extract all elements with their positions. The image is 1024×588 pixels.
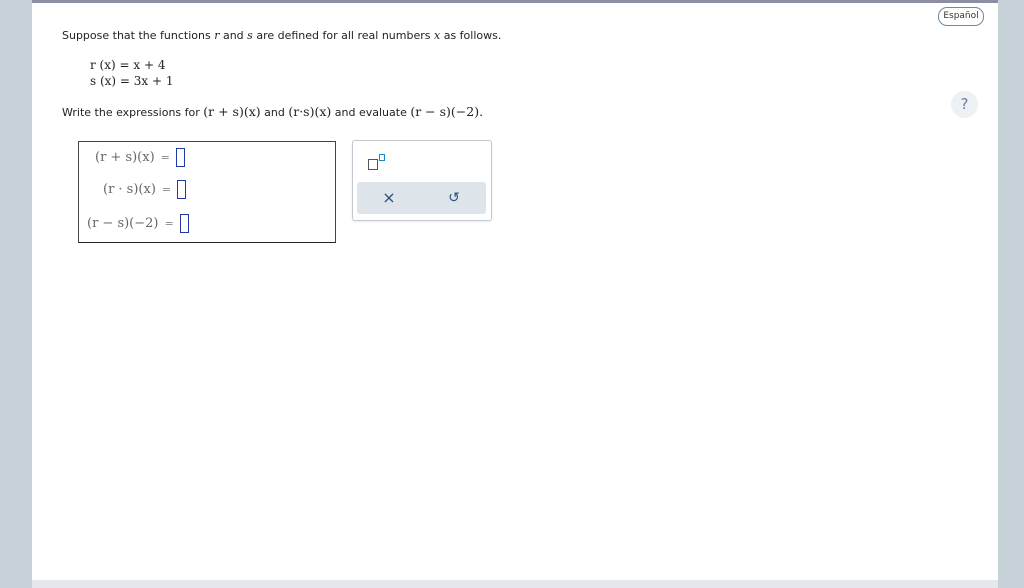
answer-label-sum: (r + s)(x) — [95, 150, 155, 165]
instruction-expr-sum: (r + s)(x) — [203, 104, 261, 119]
answer-row-sum: (r + s)(x) = — [95, 148, 185, 167]
answer-row-product: (r · s)(x) = — [103, 180, 187, 199]
tool-action-bar: × ↺ — [357, 182, 486, 214]
answer-input-sum[interactable] — [175, 148, 185, 167]
definition-r: r (x) = x + 4 — [90, 58, 166, 72]
superscript-exponent-box — [379, 154, 385, 161]
function-definitions: r (x) = x + 4 s (x) = 3x + 1 — [90, 57, 174, 89]
language-toggle-button[interactable]: Español — [938, 7, 984, 26]
instruction-text-and: and — [264, 106, 285, 119]
answer-row-difference: (r − s)(−2) = — [87, 214, 189, 233]
equals-sign: = — [160, 151, 170, 164]
equals-sign: = — [164, 217, 174, 230]
instruction-expr-difference: (r − s)(−2). — [410, 104, 484, 119]
content-page: Español Suppose that the functions r and… — [32, 0, 998, 588]
undo-icon[interactable]: ↺ — [442, 188, 466, 208]
definition-s: s (x) = 3x + 1 — [90, 74, 174, 88]
instruction-text-mid: and evaluate — [334, 106, 407, 119]
bottom-strip — [32, 580, 998, 588]
answer-box: (r + s)(x) = (r · s)(x) = (r − s)(−2) = — [78, 141, 336, 243]
intro-text-and: and — [222, 29, 244, 42]
instruction-expr-product: (r·s)(x) — [288, 104, 332, 119]
math-tool-panel: × ↺ — [352, 140, 492, 221]
equals-sign: = — [161, 183, 172, 196]
answer-label-product: (r · s)(x) — [103, 182, 156, 197]
answer-input-product[interactable] — [177, 180, 187, 199]
help-button[interactable]: ? — [951, 91, 978, 118]
intro-var-s: s — [247, 29, 253, 42]
problem-intro: Suppose that the functions r and s are d… — [62, 29, 501, 42]
answer-input-difference[interactable] — [179, 214, 189, 233]
answer-label-difference: (r − s)(−2) — [87, 216, 159, 231]
intro-text-prefix: Suppose that the functions — [62, 29, 211, 42]
intro-text-mid: are defined for all real numbers — [256, 29, 431, 42]
intro-text-suffix: as follows. — [443, 29, 502, 42]
clear-icon[interactable]: × — [377, 188, 401, 208]
superscript-icon[interactable] — [365, 153, 389, 173]
superscript-base-box — [368, 159, 378, 170]
instruction-text-prefix: Write the expressions for — [62, 106, 200, 119]
intro-var-r: r — [214, 29, 220, 42]
intro-var-x: x — [434, 29, 441, 42]
problem-instruction: Write the expressions for (r + s)(x) and… — [62, 104, 483, 119]
